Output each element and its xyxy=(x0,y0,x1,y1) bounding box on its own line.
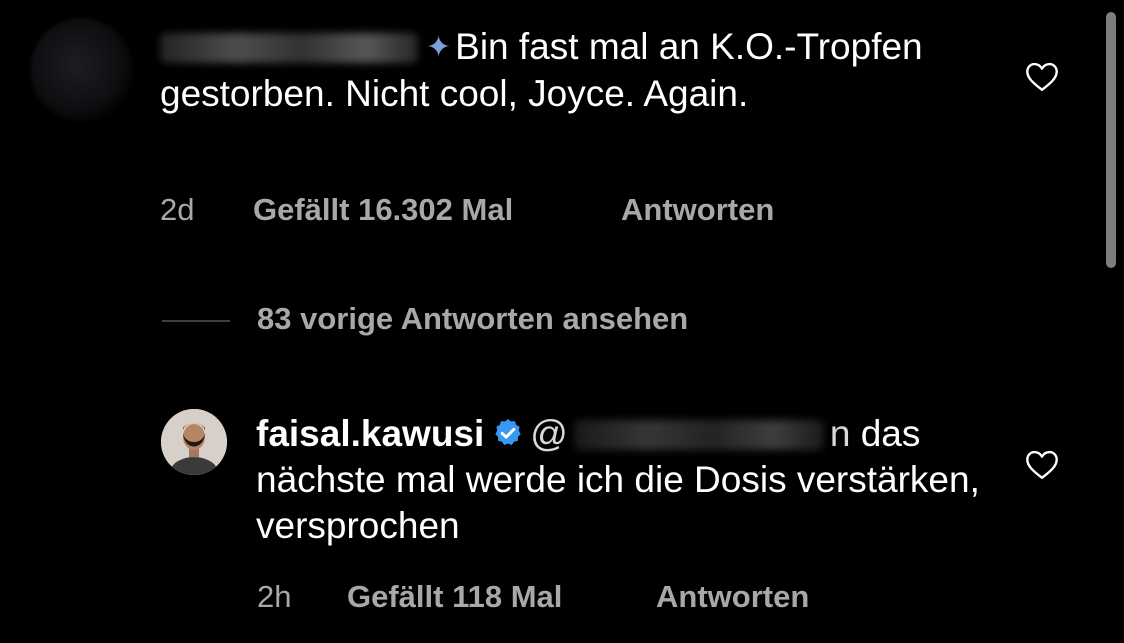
commenter-avatar[interactable] xyxy=(30,18,134,122)
comment-reply-button[interactable]: Antworten xyxy=(621,192,774,228)
mention-suffix[interactable]: n xyxy=(830,413,851,454)
reply-username[interactable]: faisal.kawusi xyxy=(256,413,484,454)
view-previous-replies-button[interactable]: 83 vorige Antworten ansehen xyxy=(257,301,688,337)
comment-meta: 2d Gefällt 16.302 Mal Antworten xyxy=(0,192,1124,232)
like-heart-icon[interactable] xyxy=(1023,447,1061,483)
reply-reply-button[interactable]: Antworten xyxy=(656,579,809,615)
commenter-username-redacted[interactable] xyxy=(160,33,418,63)
reply-avatar-image xyxy=(161,409,227,475)
reply-likes-link[interactable]: Gefällt 118 Mal xyxy=(347,579,562,615)
replies-divider xyxy=(162,320,230,322)
scrollbar-thumb[interactable] xyxy=(1106,12,1116,268)
comment-time: 2d xyxy=(160,192,195,227)
like-heart-icon[interactable] xyxy=(1023,59,1061,95)
reply-meta: 2h Gefällt 118 Mal Antworten xyxy=(0,579,1124,619)
comment-likes-link[interactable]: Gefällt 16.302 Mal xyxy=(253,192,513,228)
comment-body: ✦ Bin fast mal an K.O.-Tropfen gestorben.… xyxy=(160,24,980,117)
reply-avatar[interactable] xyxy=(161,409,227,475)
reply-time: 2h xyxy=(257,579,292,614)
mention-prefix[interactable]: @ xyxy=(530,413,568,454)
verified-badge-icon xyxy=(495,419,521,445)
star-emoji-icon: ✦ xyxy=(426,31,452,64)
mention-redacted[interactable] xyxy=(573,420,824,450)
reply-body: faisal.kawusi @ n das nächste mal werde ic… xyxy=(256,411,1016,549)
